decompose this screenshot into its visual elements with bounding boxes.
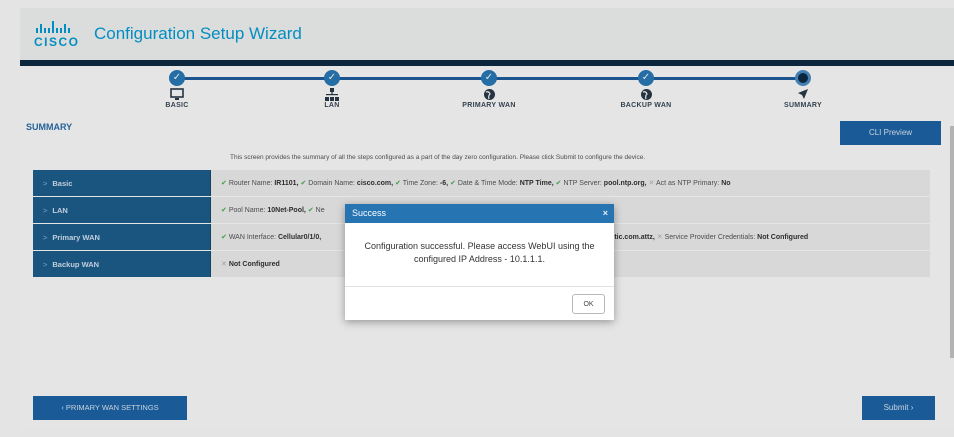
wizard-window: CISCO Configuration Setup Wizard ✓ BASIC… [20,8,954,430]
dialog-message: Configuration successful. Please access … [345,223,614,287]
ok-button[interactable]: OK [572,294,605,314]
dialog-header: Success × [345,204,614,223]
success-dialog: Success × Configuration successful. Plea… [345,204,614,320]
dialog-title: Success [352,208,387,218]
dialog-footer: OK [345,287,614,320]
close-icon[interactable]: × [603,204,608,223]
